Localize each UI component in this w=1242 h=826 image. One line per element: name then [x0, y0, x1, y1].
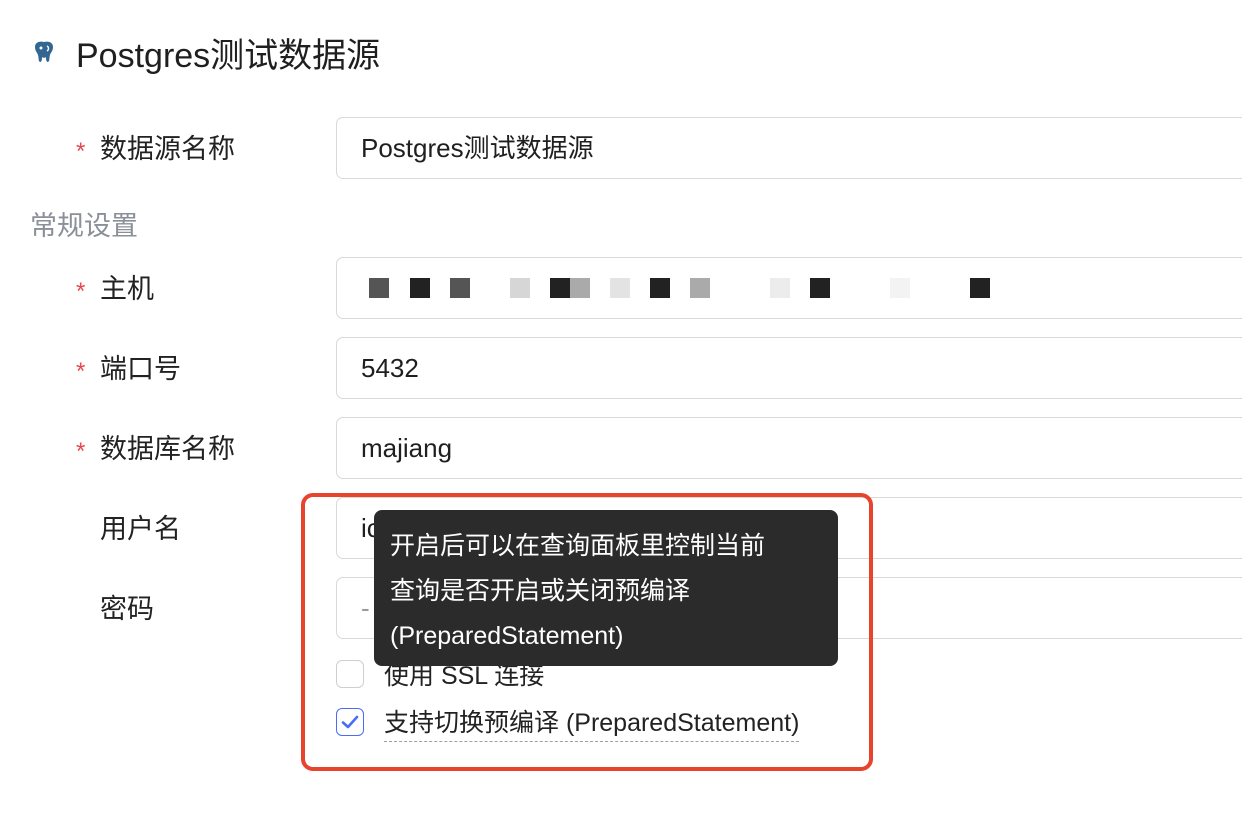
port-row: * 端口号 5432 [0, 337, 1242, 401]
host-label: 主机 [100, 274, 154, 304]
tooltip-line: (PreparedStatement) [390, 622, 624, 650]
postgresql-elephant-icon [35, 41, 53, 62]
datasource-name-label: 数据源名称 [100, 134, 235, 164]
database-name-row: * 数据库名称 majiang [0, 417, 1242, 481]
port-label: 端口号 [100, 354, 181, 384]
required-asterisk: * [76, 138, 86, 165]
host-redacted-value [367, 278, 1007, 298]
database-name-label: 数据库名称 [100, 434, 235, 464]
page-header: Postgres测试数据源 [30, 28, 380, 76]
port-input[interactable]: 5432 [336, 337, 1242, 399]
prepared-statement-tooltip: 开启后可以在查询面板里控制当前 查询是否开启或关闭预编译 (PreparedSt… [374, 510, 838, 666]
username-label: 用户名 [100, 514, 181, 544]
required-asterisk: * [76, 278, 86, 305]
datasource-form-page: Postgres测试数据源 * 数据源名称 Postgres测试数据源 常规设置… [0, 0, 1242, 826]
datasource-name-input[interactable]: Postgres测试数据源 [336, 117, 1242, 179]
tooltip-line: 查询是否开启或关闭预编译 [390, 577, 691, 605]
database-name-input[interactable]: majiang [336, 417, 1242, 479]
tooltip-line: 开启后可以在查询面板里控制当前 [390, 532, 766, 560]
host-row: * 主机 [0, 257, 1242, 321]
required-asterisk: * [76, 358, 86, 385]
section-general-settings: 常规设置 [30, 211, 138, 241]
required-asterisk: * [76, 438, 86, 465]
host-input[interactable] [336, 257, 1242, 319]
password-label: 密码 [100, 594, 154, 624]
page-title: Postgres测试数据源 [76, 36, 381, 75]
datasource-name-row: * 数据源名称 Postgres测试数据源 [0, 117, 1242, 181]
